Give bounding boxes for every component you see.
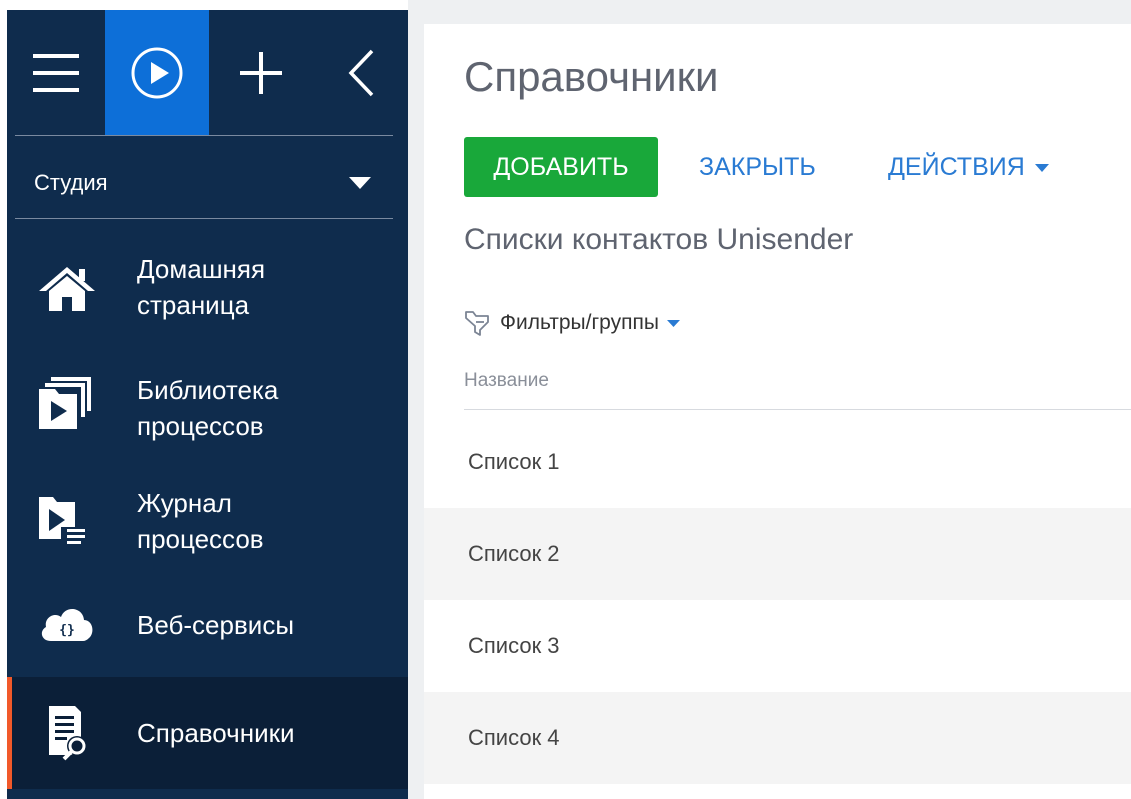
page-title: Справочники xyxy=(464,53,719,100)
row-name: Список 3 xyxy=(468,633,560,658)
sidebar-item-label: процессов xyxy=(137,411,264,441)
caret-down-icon xyxy=(1034,164,1049,173)
sidebar-item-lookups[interactable]: Справочники xyxy=(7,677,408,789)
web-services-cloud-icon: {} xyxy=(41,609,93,641)
process-library-icon xyxy=(39,377,91,429)
collapse-sidebar-button[interactable] xyxy=(313,10,408,135)
sidebar-item-home[interactable]: Домашняя страница xyxy=(7,235,408,345)
add-button[interactable]: ДОБАВИТЬ xyxy=(464,137,658,197)
table-row[interactable]: Список 1 xyxy=(424,416,1131,508)
chevron-left-icon xyxy=(348,49,373,96)
table-row[interactable]: Список 3 xyxy=(424,600,1131,692)
folder-filter-icon xyxy=(465,311,489,336)
hamburger-icon xyxy=(33,53,79,92)
section-title: Списки контактов Unisender xyxy=(464,223,854,256)
divider xyxy=(15,135,393,136)
sidebar-item-label: процессов xyxy=(137,524,264,554)
row-name: Список 1 xyxy=(468,449,560,474)
actions-button-label: ДЕЙСТВИЯ xyxy=(888,153,1025,181)
sidebar-item-label: страница xyxy=(137,290,250,320)
sidebar-item-label: Веб-сервисы xyxy=(137,610,295,640)
records-list: Список 1 Список 2 Список 3 Список 4 xyxy=(424,416,1131,784)
home-icon xyxy=(39,267,95,311)
sidebar-item-web-services[interactable]: {} Веб-сервисы xyxy=(7,575,408,675)
header-divider xyxy=(464,409,1131,410)
sidebar-item-label: Справочники xyxy=(137,718,295,748)
sidebar-item-label: Библиотека xyxy=(137,375,279,405)
column-header-name[interactable]: Название xyxy=(464,370,549,392)
filters-groups-label: Фильтры/группы xyxy=(500,311,659,334)
quick-add-button[interactable] xyxy=(209,10,313,135)
workspace-selector[interactable]: Студия xyxy=(7,146,408,218)
plus-icon xyxy=(240,51,282,94)
sidebar-item-label: Журнал xyxy=(137,488,232,518)
main-menu-button[interactable] xyxy=(7,10,105,135)
lookups-icon xyxy=(49,706,87,761)
svg-text:{}: {} xyxy=(59,623,75,638)
main-panel: Справочники ДОБАВИТЬ ЗАКРЫТЬ ДЕЙСТВИЯ Сп… xyxy=(424,24,1131,799)
sidebar: Студия Домашняя страница Библиотека проц… xyxy=(7,10,408,799)
play-circle-icon xyxy=(131,47,183,98)
table-row[interactable]: Список 4 xyxy=(424,692,1131,784)
caret-down-icon xyxy=(666,319,680,327)
table-row[interactable]: Список 2 xyxy=(424,508,1131,600)
caret-down-icon xyxy=(349,177,371,189)
divider xyxy=(15,218,393,219)
sidebar-item-label: Домашняя xyxy=(137,254,266,284)
filters-groups-button[interactable]: Фильтры/группы xyxy=(464,306,680,340)
sidebar-item-process-log[interactable]: Журнал процессов xyxy=(7,461,408,573)
process-log-icon xyxy=(39,497,87,544)
row-name: Список 2 xyxy=(468,541,560,566)
sidebar-item-process-library[interactable]: Библиотека процессов xyxy=(7,347,408,459)
active-item-marker xyxy=(7,677,12,789)
sidebar-toolbar xyxy=(7,10,408,135)
row-name: Список 4 xyxy=(468,725,560,750)
workspace-label: Студия xyxy=(34,170,108,195)
run-process-button[interactable] xyxy=(105,10,209,135)
close-button[interactable]: ЗАКРЫТЬ xyxy=(699,152,816,182)
actions-button[interactable]: ДЕЙСТВИЯ xyxy=(888,152,1049,182)
